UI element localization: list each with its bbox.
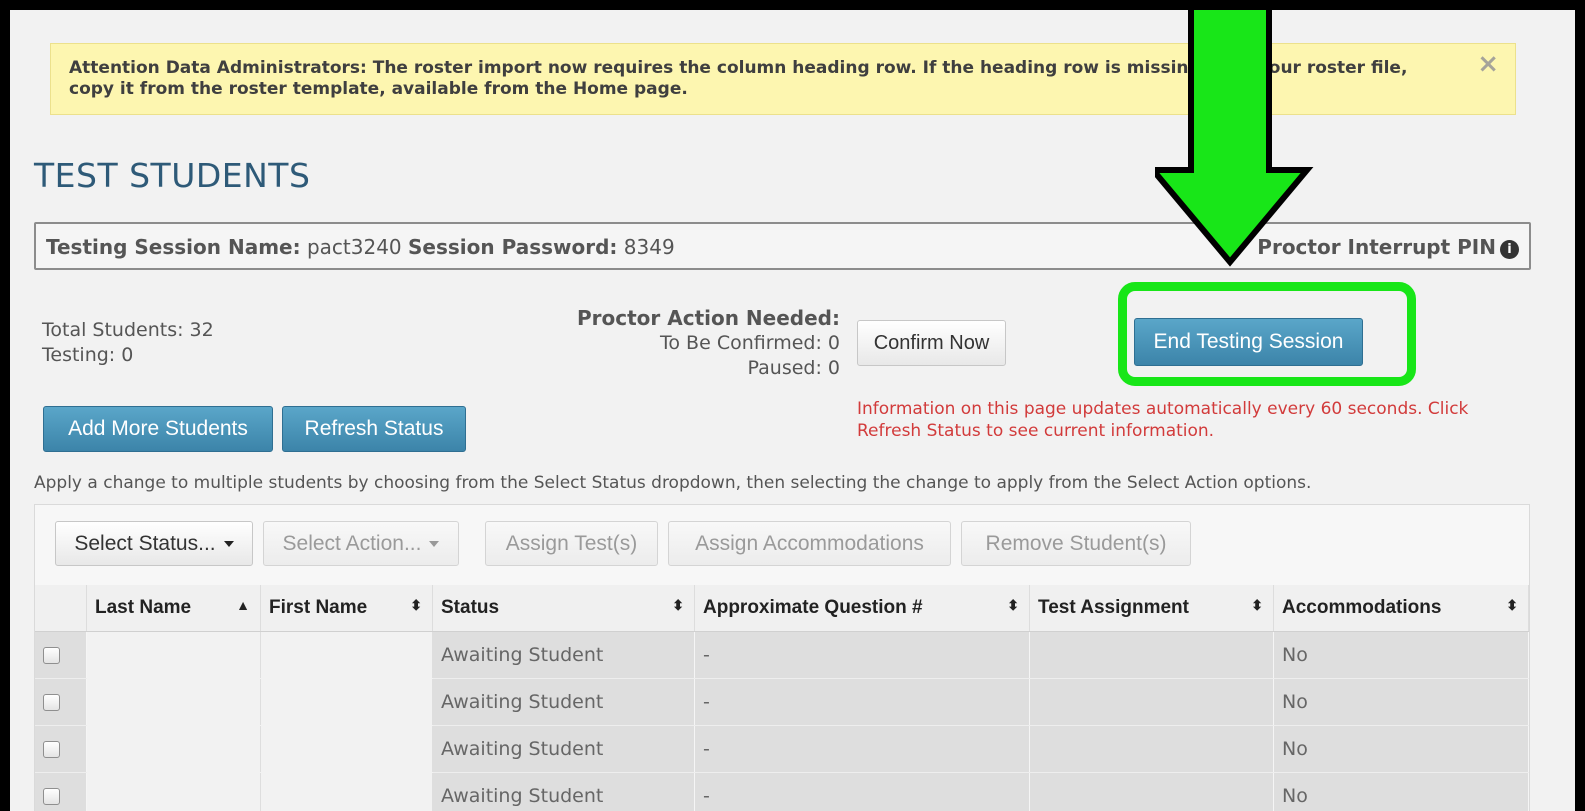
caret-down-icon [223, 541, 234, 548]
last-name-cell-redacted [86, 772, 261, 811]
column-label: First Name [269, 597, 368, 618]
assign-tests-button[interactable]: Assign Test(s) [485, 521, 658, 566]
select-status-dropdown[interactable]: Select Status... [55, 521, 253, 566]
table-row: Awaiting Student - No [35, 725, 1529, 773]
column-label: Test Assignment [1038, 597, 1189, 618]
status-cell: Awaiting Student [432, 678, 695, 726]
row-select-cell [35, 725, 87, 773]
select-action-label: Select Action... [282, 532, 422, 555]
status-cell: Awaiting Student [432, 631, 695, 679]
question-cell: - [694, 678, 1030, 726]
sort-icon[interactable]: ⬍ [1251, 597, 1263, 614]
app-window: Attention Data Administrators: The roste… [10, 10, 1575, 811]
attention-banner: Attention Data Administrators: The roste… [50, 43, 1516, 115]
info-icon[interactable]: i [1500, 240, 1519, 259]
accommodations-cell: No [1273, 678, 1529, 726]
last-name-cell-redacted [86, 725, 261, 773]
first-name-cell-redacted [260, 678, 433, 726]
first-name-cell-redacted [260, 631, 433, 679]
add-more-students-button[interactable]: Add More Students [43, 406, 273, 452]
paused-count: Paused: 0 [747, 357, 840, 379]
remove-students-button[interactable]: Remove Student(s) [961, 521, 1191, 566]
column-label: Accommodations [1282, 597, 1442, 618]
question-cell: - [694, 631, 1030, 679]
table-row: Awaiting Student - No [35, 631, 1529, 679]
sort-icon[interactable]: ⬍ [1007, 597, 1019, 614]
column-header-first-name[interactable]: First Name ⬍ [260, 585, 433, 632]
test-assignment-cell [1029, 631, 1274, 679]
column-header-question[interactable]: Approximate Question # ⬍ [694, 585, 1030, 632]
session-name-value: pact3240 [306, 235, 402, 259]
assign-accommodations-button[interactable]: Assign Accommodations [668, 521, 951, 566]
table-row: Awaiting Student - No [35, 772, 1529, 811]
status-cell: Awaiting Student [432, 772, 695, 811]
select-action-dropdown[interactable]: Select Action... [263, 521, 459, 566]
select-all-header [35, 585, 87, 632]
proctor-pin[interactable]: Proctor Interrupt PIN i [1257, 235, 1519, 259]
last-name-cell-redacted [86, 678, 261, 726]
row-checkbox[interactable] [43, 694, 60, 711]
accommodations-cell: No [1273, 772, 1529, 811]
refresh-status-button[interactable]: Refresh Status [282, 406, 466, 452]
sort-ascending-icon[interactable]: ▲ [236, 597, 250, 613]
accommodations-cell: No [1273, 725, 1529, 773]
test-assignment-cell [1029, 725, 1274, 773]
first-name-cell-redacted [260, 725, 433, 773]
confirm-now-button[interactable]: Confirm Now [857, 320, 1006, 366]
banner-text: Attention Data Administrators: The roste… [69, 58, 1408, 99]
column-label: Approximate Question # [703, 597, 923, 618]
row-checkbox[interactable] [43, 741, 60, 758]
row-select-cell [35, 772, 87, 811]
column-header-accommodations[interactable]: Accommodations ⬍ [1273, 585, 1529, 632]
sort-icon[interactable]: ⬍ [672, 597, 684, 614]
total-students: Total Students: 32 [42, 319, 214, 341]
proctor-pin-label: Proctor Interrupt PIN [1257, 235, 1496, 259]
end-testing-session-button[interactable]: End Testing Session [1134, 318, 1363, 366]
row-checkbox[interactable] [43, 647, 60, 664]
column-header-test-assignment[interactable]: Test Assignment ⬍ [1029, 585, 1274, 632]
last-name-cell-redacted [86, 631, 261, 679]
row-select-cell [35, 678, 87, 726]
students-panel: Select Status... Select Action... Assign… [34, 504, 1530, 811]
table-header-row: Last Name ▲ First Name ⬍ Status ⬍ Approxima… [35, 585, 1529, 632]
sort-icon[interactable]: ⬍ [1506, 597, 1518, 614]
auto-update-notice: Information on this page updates automat… [857, 399, 1469, 441]
column-header-last-name[interactable]: Last Name ▲ [86, 585, 261, 632]
row-select-cell [35, 631, 87, 679]
status-cell: Awaiting Student [432, 725, 695, 773]
test-assignment-cell [1029, 678, 1274, 726]
bulk-change-help: Apply a change to multiple students by c… [34, 473, 1312, 493]
sort-icon[interactable]: ⬍ [410, 597, 422, 614]
to-be-confirmed-count: To Be Confirmed: 0 [660, 332, 840, 354]
column-label: Last Name [95, 597, 192, 618]
test-assignment-cell [1029, 772, 1274, 811]
students-table: Last Name ▲ First Name ⬍ Status ⬍ Approxima… [35, 585, 1529, 811]
question-cell: - [694, 772, 1030, 811]
table-row: Awaiting Student - No [35, 678, 1529, 726]
question-cell: - [694, 725, 1030, 773]
column-header-status[interactable]: Status ⬍ [432, 585, 695, 632]
session-details: Testing Session Name: pact3240 Session P… [46, 235, 675, 259]
session-info-bar: Testing Session Name: pact3240 Session P… [34, 222, 1531, 270]
close-icon[interactable]: × [1477, 51, 1499, 77]
column-label: Status [441, 597, 500, 618]
page-title: TEST STUDENTS [34, 156, 311, 195]
first-name-cell-redacted [260, 772, 433, 811]
session-password-label: Session Password: [408, 235, 618, 259]
proctor-action-summary: Proctor Action Needed: To Be Confirmed: … [550, 306, 840, 381]
session-password-value: 8349 [623, 235, 675, 259]
row-checkbox[interactable] [43, 788, 60, 805]
student-counts: Total Students: 32 Testing: 0 [42, 318, 214, 368]
select-status-label: Select Status... [74, 532, 216, 555]
caret-down-icon [429, 541, 440, 548]
testing-count: Testing: 0 [42, 344, 134, 366]
session-name-label: Testing Session Name: [46, 235, 301, 259]
accommodations-cell: No [1273, 631, 1529, 679]
proctor-action-heading: Proctor Action Needed: [577, 306, 840, 330]
